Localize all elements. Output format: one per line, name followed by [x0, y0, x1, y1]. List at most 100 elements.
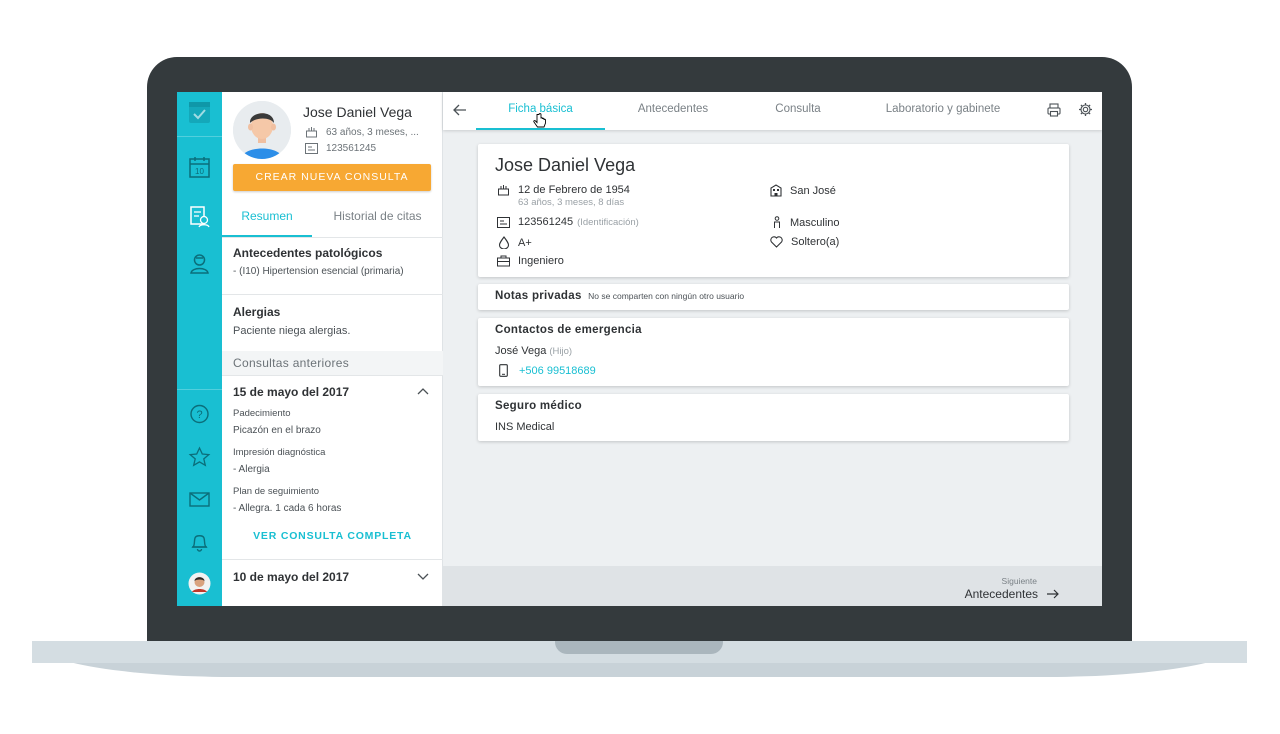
- phone-icon: [499, 364, 508, 377]
- impresion-label: Impresión diagnóstica: [233, 447, 326, 458]
- patient-age: 63 años, 3 meses, ...: [326, 126, 419, 138]
- consulta-date: 15 de mayo del 2017: [233, 385, 350, 399]
- birthdate-row: 12 de Febrero de 1954: [497, 184, 630, 196]
- alergias-section: Alergias Paciente niega alergias.: [222, 305, 443, 337]
- tab-laboratorio[interactable]: Laboratorio y gabinete: [868, 92, 1018, 130]
- location: San José: [790, 184, 836, 197]
- back-arrow-icon[interactable]: [453, 104, 467, 116]
- consulta-date: 10 de mayo del 2017: [233, 570, 350, 584]
- patient-id: 123561245: [326, 143, 377, 154]
- patient-panel: Jose Daniel Vega 63 años, 3 meses, ... 1…: [222, 92, 443, 606]
- insurance-title: Seguro médico: [495, 400, 582, 412]
- contacts-title: Contactos de emergencia: [495, 324, 642, 336]
- plan-label: Plan de seguimiento: [233, 486, 320, 497]
- notes-title-text: Notas privadas: [495, 290, 582, 302]
- padecimiento-value: Picazón en el brazo: [233, 425, 321, 436]
- gear-icon[interactable]: [1078, 102, 1093, 117]
- blood-row: A+: [498, 236, 532, 249]
- ficha-name: Jose Daniel Vega: [495, 155, 636, 175]
- section-divider: [222, 375, 443, 376]
- emergency-contacts-card: Contactos de emergencia José Vega (Hijo)…: [478, 318, 1069, 386]
- contact-phone-row: +506 99518689: [499, 364, 596, 377]
- contact-name: José Vega: [495, 345, 547, 357]
- alergias-title: Alergias: [233, 305, 281, 319]
- briefcase-icon: [497, 255, 510, 267]
- ficha-age: 63 años, 3 meses, 8 días: [518, 197, 625, 208]
- padecimiento-label: Padecimiento: [233, 408, 291, 419]
- building-icon: [770, 184, 782, 197]
- blood-type: A+: [518, 236, 532, 249]
- contact-row: José Vega (Hijo): [495, 345, 572, 357]
- section-divider: [222, 559, 443, 560]
- patient-tabs: Resumen Historial de citas: [222, 205, 443, 238]
- cake-icon: [305, 126, 318, 138]
- patient-id-row: 123561245: [305, 143, 376, 154]
- mail-icon[interactable]: [188, 488, 211, 511]
- patient-age-row: 63 años, 3 meses, ...: [305, 126, 419, 138]
- consultas-title: Consultas anteriores: [222, 351, 443, 375]
- blood-drop-icon: [498, 236, 510, 249]
- location-row: San José: [770, 184, 836, 197]
- civil-row: Soltero(a): [770, 236, 839, 248]
- nav-rail: 10 ?: [177, 92, 222, 606]
- patient-record-icon[interactable]: [188, 205, 211, 228]
- plan-value: - Allegra. 1 cada 6 horas: [233, 503, 342, 514]
- doctor-icon[interactable]: [188, 252, 211, 275]
- arrow-right-icon: [1046, 589, 1060, 599]
- new-consultation-button[interactable]: CREAR NUEVA CONSULTA: [233, 164, 431, 191]
- notes-hint: No se comparten con ningún otro usuario: [588, 291, 745, 301]
- heart-icon: [770, 236, 783, 248]
- insurance-card: Seguro médico INS Medical: [478, 394, 1069, 441]
- occupation: Ingeniero: [518, 255, 564, 267]
- star-icon[interactable]: [188, 446, 211, 469]
- patient-info-card: Jose Daniel Vega 12 de Febrero de 1954 6…: [478, 144, 1069, 277]
- calendar-icon[interactable]: 10: [188, 156, 211, 179]
- patient-name: Jose Daniel Vega: [303, 104, 412, 120]
- checklist-icon[interactable]: [188, 101, 211, 124]
- next-value[interactable]: Antecedentes: [965, 587, 1060, 601]
- civil-status: Soltero(a): [791, 236, 840, 248]
- private-notes-card[interactable]: Notas privadas No se comparten con ningú…: [478, 284, 1069, 310]
- occupation-row: Ingeniero: [497, 255, 564, 267]
- user-avatar[interactable]: [188, 572, 211, 595]
- chevron-up-icon[interactable]: [417, 387, 429, 395]
- help-icon[interactable]: ?: [188, 403, 211, 426]
- consulta-item[interactable]: 10 de mayo del 2017: [222, 570, 443, 584]
- birthdate: 12 de Febrero de 1954: [518, 184, 630, 196]
- insurance-value: INS Medical: [495, 421, 555, 433]
- id-card-icon: [497, 216, 510, 228]
- chevron-down-icon[interactable]: [417, 573, 429, 581]
- bell-icon[interactable]: [188, 530, 211, 553]
- contact-phone[interactable]: +506 99518689: [519, 365, 596, 377]
- id-label: (Identificación): [577, 216, 639, 228]
- impresion-value: - Alergia: [233, 464, 270, 475]
- ficha-id: 123561245: [518, 216, 574, 228]
- tab-resumen[interactable]: Resumen: [222, 205, 312, 237]
- next-step-footer[interactable]: Siguiente Antecedentes: [443, 566, 1102, 606]
- antecedentes-item: - (I10) Hipertension esencial (primaria): [233, 266, 404, 277]
- tab-historial[interactable]: Historial de citas: [312, 205, 443, 237]
- consulta-item[interactable]: 15 de mayo del 2017 Padecimiento Picazón…: [222, 385, 443, 514]
- app-screen: 10 ? Jose Daniel Vega 63 años, 3 meses, …: [177, 92, 1102, 606]
- patient-avatar: [233, 101, 291, 159]
- laptop-notch: [555, 641, 723, 654]
- view-full-consultation-link[interactable]: VER CONSULTA COMPLETA: [222, 530, 443, 542]
- id-row: 123561245 (Identificación): [497, 216, 639, 228]
- hand-cursor-icon: [533, 113, 547, 129]
- gender-row: Masculino: [772, 216, 840, 229]
- antecedentes-section: Antecedentes patológicos - (I10) Hiperte…: [222, 246, 443, 277]
- section-divider: [222, 294, 443, 295]
- print-icon[interactable]: [1047, 103, 1061, 117]
- tab-antecedentes[interactable]: Antecedentes: [613, 92, 733, 130]
- rail-separator: [177, 136, 222, 137]
- calendar-day: 10: [195, 167, 204, 176]
- notes-title: Notas privadas No se comparten con ningú…: [495, 290, 744, 302]
- antecedentes-title: Antecedentes patológicos: [233, 246, 383, 260]
- alergias-text: Paciente niega alergias.: [233, 325, 351, 337]
- tab-consulta[interactable]: Consulta: [743, 92, 853, 130]
- svg-text:?: ?: [196, 409, 202, 421]
- next-label: Siguiente: [1001, 576, 1037, 586]
- rail-separator: [177, 389, 222, 390]
- next-value-text: Antecedentes: [964, 587, 1038, 601]
- male-icon: [772, 216, 782, 229]
